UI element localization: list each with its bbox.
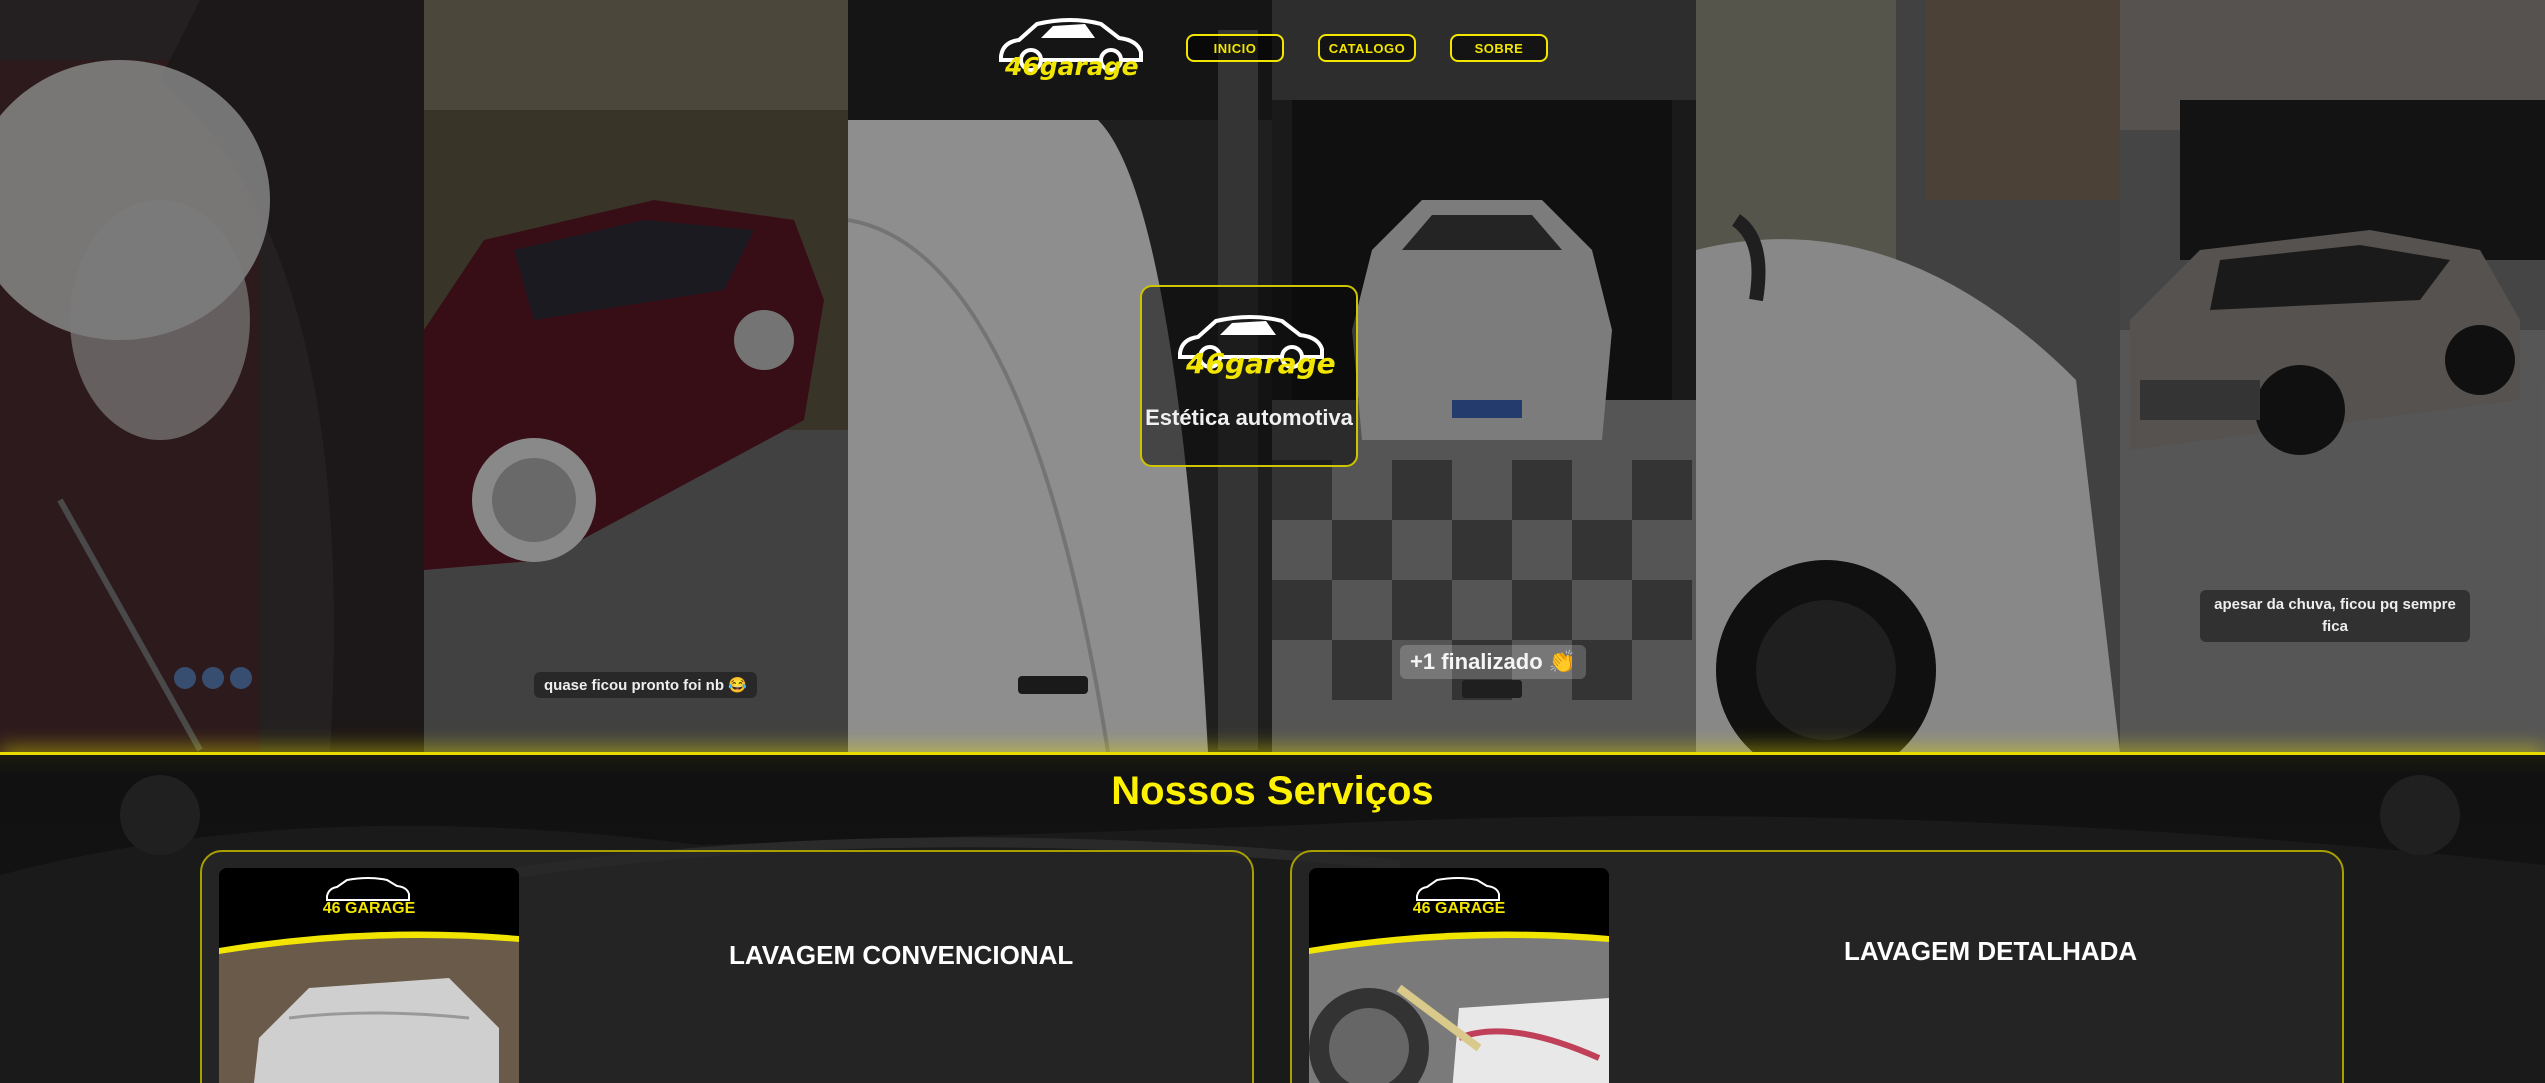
brand-logo[interactable]: 46garage (997, 12, 1145, 84)
service-card-detalhada[interactable]: 46 GARAGE LAVAGEM DETALHADA (1290, 850, 2344, 1083)
services-title: Nossos Serviços (1111, 769, 1434, 813)
hero-photo-6: apesar da chuva, ficou pq sempre fica (2120, 0, 2545, 752)
hero-photo-5 (1696, 0, 2120, 752)
brand-tagline: Estética automotiva (1145, 405, 1353, 430)
service-thumb-brand: 46 GARAGE (1412, 900, 1506, 917)
service-thumb-brand: 46 GARAGE (322, 900, 416, 917)
hero-caption-2: +1 finalizado 👏 (1400, 645, 1587, 679)
service-thumb-detalhada: 46 GARAGE (1309, 868, 1609, 1083)
hero-gallery: quase ficou pronto foi nb 😂 +1 finalizad… (0, 0, 2545, 752)
services-section: Nossos Serviços 46 GARAGE LAVAGEM CONVEN… (0, 752, 2545, 1083)
service-name-detalhada: LAVAGEM DETALHADA (1844, 936, 2138, 966)
service-thumb-convencional: 46 GARAGE (219, 868, 519, 1083)
hero-photo-2: quase ficou pronto foi nb 😂 (424, 0, 848, 752)
service-name-convencional: LAVAGEM CONVENCIONAL (729, 940, 1074, 970)
hero-caption-3: apesar da chuva, ficou pq sempre fica (2200, 590, 2470, 642)
nav-inicio-button[interactable]: INICIO (1186, 34, 1284, 62)
hero-caption-1: quase ficou pronto foi nb 😂 (534, 672, 757, 698)
center-brand-logo: 46garage (1176, 309, 1336, 381)
hero-photo-1 (0, 0, 424, 752)
hero-brand-card: 46garage Estética automotiva (1140, 285, 1358, 467)
nav-sobre-button[interactable]: SOBRE (1450, 34, 1548, 62)
center-logo-text: 46garage (1186, 347, 1336, 380)
nav-catalogo-button[interactable]: CATALOGO (1318, 34, 1416, 62)
brand-logo-text: 46garage (1005, 52, 1139, 81)
service-card-convencional[interactable]: 46 GARAGE LAVAGEM CONVENCIONAL (200, 850, 1254, 1083)
